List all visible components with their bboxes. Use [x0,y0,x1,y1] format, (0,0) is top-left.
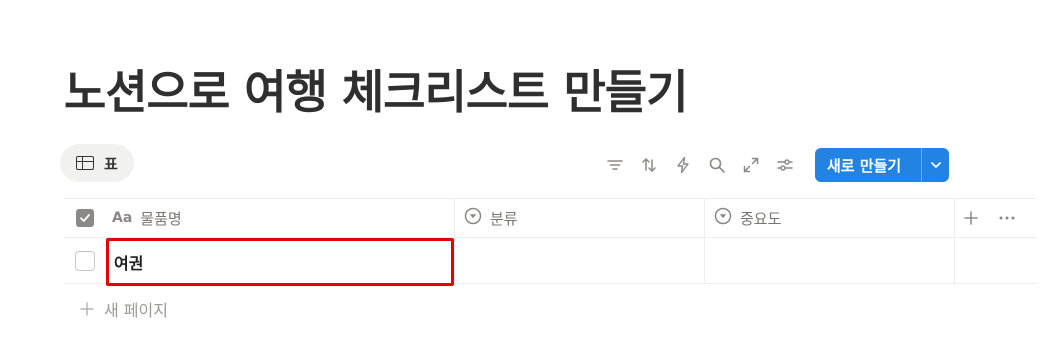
column-divider [954,199,955,237]
select-all-checkbox[interactable] [76,209,94,227]
tab-table-view[interactable]: 표 [60,144,134,182]
new-page-button[interactable]: 새 페이지 [80,297,168,321]
expand-icon[interactable] [738,152,764,178]
column-divider [454,238,455,283]
column-divider [454,199,455,237]
column-divider [704,199,705,237]
plus-icon [80,302,94,316]
chevron-down-icon[interactable] [922,158,949,172]
text-type-icon: Aa [112,210,133,226]
automation-icon[interactable] [670,152,696,178]
column-label: 중요도 [740,209,782,228]
new-button[interactable]: 새로 만들기 [815,148,949,182]
column-header-name[interactable]: Aa 물품명 [112,199,182,237]
more-icon[interactable] [998,199,1016,237]
column-label: 분류 [490,209,518,228]
settings-icon[interactable] [772,152,798,178]
search-icon[interactable] [704,152,730,178]
database-toolbar [602,150,798,180]
new-page-label: 새 페이지 [104,301,168,320]
column-divider [704,238,705,283]
select-icon [464,207,482,229]
sort-icon[interactable] [636,152,662,178]
column-label: 물품명 [140,209,182,228]
filter-icon[interactable] [602,152,628,178]
page-title: 노션으로 여행 체크리스트 만들기 [64,65,689,119]
table-icon [76,156,94,170]
row-checkbox[interactable] [75,251,95,271]
column-header-category[interactable]: 분류 [464,199,518,237]
highlight-box [106,238,454,286]
column-header-importance[interactable]: 중요도 [714,199,781,237]
table-header: Aa 물품명 분류 중요도 [64,198,1036,238]
column-divider [954,238,955,283]
plus-icon[interactable] [963,199,979,237]
select-icon [714,207,732,229]
tab-label: 표 [104,154,118,173]
new-button-label[interactable]: 새로 만들기 [815,155,921,176]
